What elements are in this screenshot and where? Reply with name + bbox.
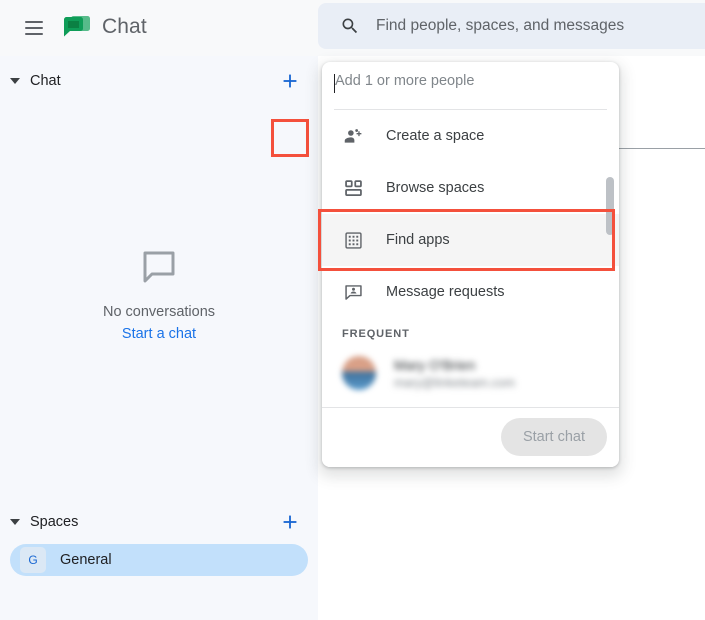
google-chat-logo-icon (62, 14, 92, 42)
content-divider (618, 148, 705, 149)
menu-item-browse-spaces[interactable]: Browse spaces (322, 162, 619, 214)
browse-spaces-icon (342, 177, 364, 199)
add-people-row[interactable] (322, 62, 619, 109)
top-bar: Chat (0, 0, 705, 56)
space-avatar: G (20, 547, 46, 573)
frequent-group-title: FREQUENT (342, 328, 410, 340)
dropdown-options-list: Create a space Browse spaces Find apps M… (322, 110, 619, 420)
sidebar-section-spaces: Spaces (0, 503, 318, 541)
dropdown-scrollbar-track[interactable] (606, 114, 614, 414)
add-space-button[interactable] (278, 510, 302, 534)
chat-empty-state: No conversations Start a chat (0, 246, 318, 342)
sidebar-space-general[interactable]: G General (10, 544, 308, 576)
apps-grid-icon (342, 229, 364, 251)
caret-down-icon[interactable] (10, 519, 20, 525)
sidebar-section-chat-label: Chat (30, 73, 61, 89)
search-bar[interactable] (318, 3, 705, 49)
menu-item-label: Find apps (386, 232, 450, 248)
start-a-chat-link[interactable]: Start a chat (122, 326, 196, 342)
space-name: General (60, 552, 112, 568)
sidebar-section-spaces-label: Spaces (30, 514, 79, 530)
person-name: Mary O'Brien (394, 357, 515, 373)
list-item-frequent-person[interactable]: Mary O'Brien mary@linketeam.com (322, 346, 619, 400)
avatar (342, 356, 376, 390)
menu-item-message-requests[interactable]: Message requests (322, 266, 619, 318)
sidebar: Chat No conversations Start a chat Space… (0, 56, 318, 620)
menu-item-find-apps[interactable]: Find apps (322, 214, 619, 266)
hamburger-line (25, 27, 43, 29)
person-email: mary@linketeam.com (394, 375, 516, 390)
add-people-input[interactable] (335, 73, 590, 89)
sidebar-section-chat: Chat (0, 62, 318, 100)
highlight-box-add-chat (271, 119, 309, 157)
hamburger-line (25, 33, 43, 35)
menu-item-create-a-space[interactable]: Create a space (322, 110, 619, 162)
dropdown-footer: Start chat (322, 407, 619, 467)
menu-item-label: Message requests (386, 284, 505, 300)
add-chat-button[interactable] (278, 69, 302, 93)
new-chat-dropdown: Create a space Browse spaces (322, 62, 619, 467)
empty-state-text: No conversations (102, 304, 216, 320)
start-chat-button[interactable]: Start chat (500, 418, 607, 456)
search-input[interactable] (376, 17, 705, 35)
chat-bubble-outline-icon (136, 246, 182, 288)
menu-item-label: Create a space (386, 128, 485, 144)
chat-app-window: Chat Chat (0, 0, 705, 620)
hamburger-menu-icon[interactable] (20, 14, 48, 42)
menu-item-label: Browse spaces (386, 180, 485, 196)
page-title: Chat (102, 15, 147, 38)
search-icon (340, 16, 360, 36)
caret-down-icon[interactable] (10, 78, 20, 84)
dropdown-scrollbar-thumb[interactable] (606, 177, 614, 235)
hamburger-line (25, 21, 43, 23)
message-request-icon (342, 281, 364, 303)
group-add-icon (342, 125, 364, 147)
person-details: Mary O'Brien mary@linketeam.com (394, 357, 515, 390)
